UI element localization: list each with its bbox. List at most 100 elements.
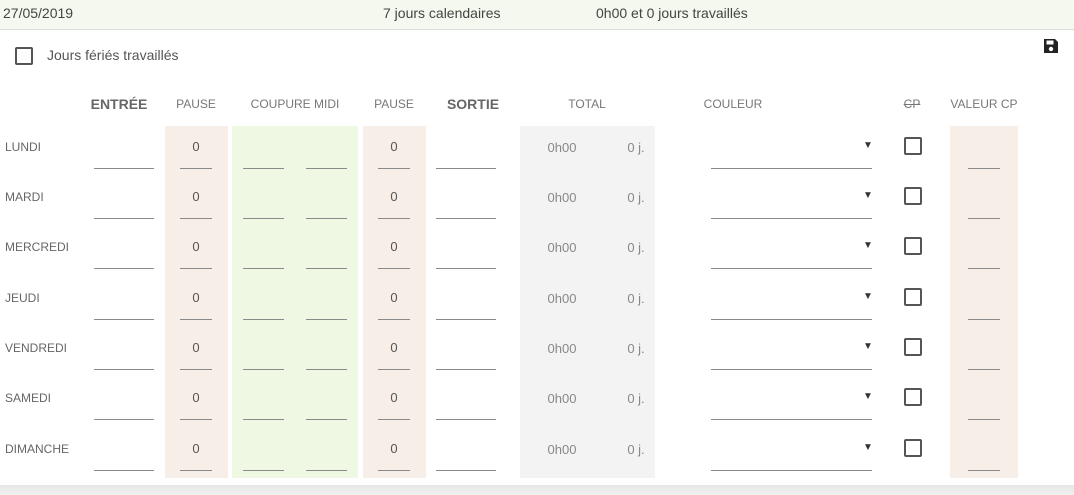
pause2-input[interactable] [378, 218, 410, 219]
save-icon[interactable] [1043, 38, 1059, 54]
date-label: 27/05/2019 [3, 5, 74, 21]
day-label: SAMEDI [5, 391, 52, 405]
pause2-input[interactable] [378, 168, 410, 169]
cp-checkbox[interactable] [904, 439, 922, 457]
pause1-input[interactable] [180, 419, 212, 420]
calendar-days-label: 7 jours calendaires [383, 5, 501, 21]
cp-checkbox[interactable] [904, 137, 922, 155]
coupure-end-input[interactable] [306, 218, 347, 219]
pause2-input[interactable] [378, 319, 410, 320]
coupure-start-input[interactable] [243, 470, 284, 471]
bottom-shadow [0, 485, 1074, 495]
sortie-input[interactable] [436, 268, 496, 269]
pause2-input[interactable] [378, 268, 410, 269]
cp-checkbox[interactable] [904, 237, 922, 255]
pause2-input[interactable] [378, 369, 410, 370]
header-cp: CP [903, 97, 921, 111]
entree-input[interactable] [94, 218, 154, 219]
cp-checkbox[interactable] [904, 187, 922, 205]
couleur-select[interactable] [711, 470, 872, 471]
pause2-input[interactable] [378, 419, 410, 420]
couleur-select[interactable] [711, 369, 872, 370]
pause1-input[interactable] [180, 268, 212, 269]
entree-input[interactable] [94, 268, 154, 269]
cp-checkbox[interactable] [904, 338, 922, 356]
total-days: 0 j. [627, 391, 645, 406]
day-label: LUNDI [5, 140, 42, 154]
coupure-start-input[interactable] [243, 168, 284, 169]
dropdown-arrow-icon[interactable]: ▼ [863, 190, 873, 201]
sortie-input[interactable] [436, 168, 496, 169]
cp-checkbox[interactable] [904, 388, 922, 406]
dropdown-arrow-icon[interactable]: ▼ [863, 391, 873, 402]
valeur-cp-input[interactable] [968, 419, 1000, 420]
valeur-cp-input[interactable] [968, 319, 1000, 320]
sortie-input[interactable] [436, 470, 496, 471]
coupure-start-input[interactable] [243, 419, 284, 420]
cp-checkbox[interactable] [904, 288, 922, 306]
total-days: 0 j. [627, 190, 645, 205]
ferie-label: Jours fériés travaillés [47, 47, 179, 63]
total-hours: 0h00 [547, 140, 577, 155]
coupure-end-input[interactable] [306, 369, 347, 370]
valeur-cp-input[interactable] [968, 470, 1000, 471]
couleur-select[interactable] [711, 218, 872, 219]
couleur-select[interactable] [711, 168, 872, 169]
coupure-start-input[interactable] [243, 319, 284, 320]
pause2-value: 0 [390, 139, 398, 154]
pause1-value: 0 [192, 139, 200, 154]
couleur-select[interactable] [711, 319, 872, 320]
dropdown-arrow-icon[interactable]: ▼ [863, 291, 873, 302]
coupure-start-input[interactable] [243, 369, 284, 370]
coupure-midi-column-bg [232, 126, 358, 478]
coupure-end-input[interactable] [306, 168, 347, 169]
pause1-input[interactable] [180, 319, 212, 320]
header-pause-2: PAUSE [374, 97, 414, 111]
day-label: MARDI [5, 190, 44, 204]
header-entree: ENTRÉE [90, 96, 148, 112]
sortie-input[interactable] [436, 319, 496, 320]
dropdown-arrow-icon[interactable]: ▼ [863, 240, 873, 251]
coupure-start-input[interactable] [243, 218, 284, 219]
pause1-value: 0 [192, 390, 200, 405]
coupure-end-input[interactable] [306, 419, 347, 420]
valeur-cp-input[interactable] [968, 268, 1000, 269]
pause2-input[interactable] [378, 470, 410, 471]
day-label: JEUDI [5, 291, 40, 305]
pause1-value: 0 [192, 340, 200, 355]
day-label: VENDREDI [5, 341, 68, 355]
header-sortie: SORTIE [446, 96, 500, 112]
coupure-end-input[interactable] [306, 268, 347, 269]
pause2-value: 0 [390, 189, 398, 204]
coupure-end-input[interactable] [306, 470, 347, 471]
valeur-cp-input[interactable] [968, 218, 1000, 219]
entree-input[interactable] [94, 470, 154, 471]
sortie-input[interactable] [436, 218, 496, 219]
pause1-value: 0 [192, 239, 200, 254]
dropdown-arrow-icon[interactable]: ▼ [863, 341, 873, 352]
dropdown-arrow-icon[interactable]: ▼ [863, 442, 873, 453]
coupure-start-input[interactable] [243, 268, 284, 269]
entree-input[interactable] [94, 419, 154, 420]
valeur-cp-input[interactable] [968, 369, 1000, 370]
summary-bar: 27/05/2019 7 jours calendaires 0h00 et 0… [0, 0, 1074, 30]
pause1-input[interactable] [180, 218, 212, 219]
entree-input[interactable] [94, 369, 154, 370]
ferie-checkbox[interactable] [15, 47, 33, 65]
sortie-input[interactable] [436, 369, 496, 370]
sortie-input[interactable] [436, 419, 496, 420]
couleur-select[interactable] [711, 419, 872, 420]
valeur-cp-column-bg [950, 126, 1018, 478]
entree-input[interactable] [94, 319, 154, 320]
dropdown-arrow-icon[interactable]: ▼ [863, 140, 873, 151]
couleur-select[interactable] [711, 268, 872, 269]
header-pause-1: PAUSE [176, 97, 216, 111]
coupure-end-input[interactable] [306, 319, 347, 320]
pause1-value: 0 [192, 441, 200, 456]
total-hours: 0h00 [547, 442, 577, 457]
pause1-input[interactable] [180, 168, 212, 169]
pause1-input[interactable] [180, 470, 212, 471]
pause1-input[interactable] [180, 369, 212, 370]
valeur-cp-input[interactable] [968, 168, 1000, 169]
entree-input[interactable] [94, 168, 154, 169]
